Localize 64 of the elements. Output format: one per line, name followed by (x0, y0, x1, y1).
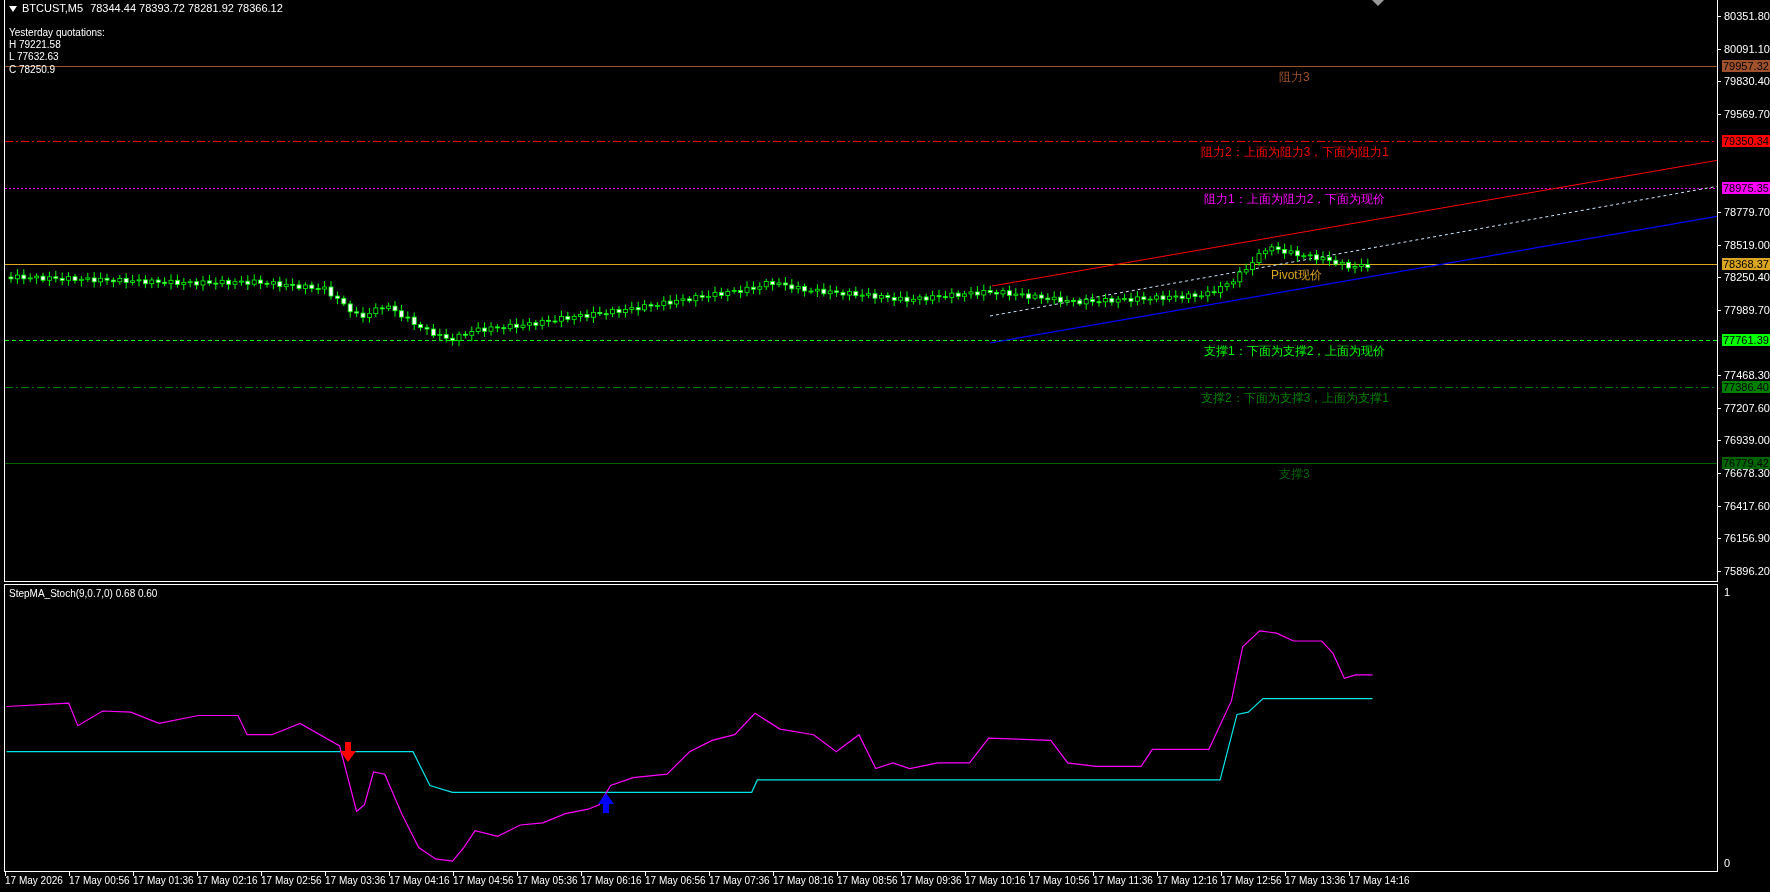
price-tick-label: 77207.60 (1724, 401, 1770, 414)
sell-arrow-icon (340, 742, 356, 762)
time-label: 17 May 12:56 (1221, 875, 1282, 887)
symbol-label: BTCUST,M5 (22, 2, 84, 15)
price-tag: 76779.42 (1722, 457, 1770, 469)
price-tick-label: 76417.60 (1724, 499, 1770, 512)
price-tag: 79957.32 (1722, 60, 1770, 72)
time-label: 17 May 10:16 (965, 875, 1026, 887)
price-tag: 78368.37 (1722, 258, 1770, 270)
quotations-title: Yesterday quotations: (9, 27, 105, 39)
time-label: 17 May 02:56 (261, 875, 322, 887)
low-value: L 77632.63 (9, 51, 59, 63)
level-label: 支撑3 (1279, 467, 1310, 481)
level-label: 支撑1：下面为支撑2，上面为现价 (1204, 344, 1386, 358)
dropdown-icon (9, 5, 17, 12)
price-tick-label: 80351.80 (1724, 10, 1770, 22)
high-value: H 79221.58 (9, 39, 61, 51)
time-label: 17 May 03:36 (325, 875, 386, 887)
price-tick-label: 78779.70 (1724, 205, 1770, 218)
level-label: 支撑2：下面为支撑3，上面为支撑1 (1201, 391, 1390, 405)
time-label: 17 May 06:16 (581, 875, 642, 887)
time-label: 17 May 14:16 (1349, 875, 1410, 887)
price-tick-label: 79830.40 (1724, 75, 1770, 88)
shift-marker-icon (1372, 0, 1384, 6)
time-label: 17 May 09:36 (901, 875, 962, 887)
level-label: 阻力2：上面为阻力3，下面为阻力1 (1201, 145, 1390, 159)
price-tick-label: 75896.20 (1724, 565, 1770, 578)
price-tick-label: 80091.10 (1724, 42, 1770, 55)
buy-arrow-icon (598, 793, 614, 813)
price-tag: 77761.39 (1722, 334, 1770, 346)
price-tick-label: 78250.40 (1724, 271, 1770, 284)
time-label: 17 May 11:36 (1093, 875, 1153, 887)
close-value: C 78250.9 (9, 64, 56, 76)
time-label: 17 May 02:16 (197, 875, 258, 887)
price-tick-label: 76156.90 (1724, 532, 1770, 545)
time-label: 17 May 01:36 (133, 875, 194, 887)
price-tick-label: 77468.30 (1724, 369, 1770, 382)
time-label: 17 May 08:56 (837, 875, 898, 887)
time-label: 17 May 07:36 (709, 875, 770, 887)
price-tick-label: 78519.00 (1724, 238, 1770, 251)
price-tick-label: 79569.70 (1724, 107, 1770, 120)
price-tick-label: 76939.00 (1724, 434, 1770, 447)
time-label: 17 May 2026 (5, 875, 63, 887)
time-label: 17 May 04:16 (389, 875, 450, 887)
price-tag: 78975.35 (1722, 182, 1770, 194)
price-tag: 77386.40 (1722, 381, 1770, 393)
ohlc-values: 78344.44 78393.72 78281.92 78366.12 (90, 2, 283, 15)
indicator-title: StepMA_Stoch(9,0.7,0) 0.68 0.60 (9, 588, 158, 600)
price-tick-label: 77989.70 (1724, 303, 1770, 316)
price-tag: 79350.34 (1722, 135, 1770, 147)
time-label: 17 May 05:36 (517, 875, 578, 887)
time-label: 17 May 00:56 (69, 875, 130, 887)
time-label: 17 May 13:36 (1285, 875, 1346, 887)
time-label: 17 May 08:16 (773, 875, 834, 887)
price-tick-label: 76678.30 (1724, 467, 1770, 480)
level-label: 阻力3 (1279, 70, 1310, 84)
level-label: 阻力1：上面为阻力2，下面为现价 (1204, 192, 1386, 206)
time-label: 17 May 06:56 (645, 875, 706, 887)
time-label: 17 May 10:56 (1029, 875, 1090, 887)
level-label: Pivot现价 (1271, 268, 1322, 282)
time-label: 17 May 04:56 (453, 875, 514, 887)
scale-label: 0 (1724, 857, 1731, 869)
scale-label: 1 (1724, 586, 1731, 598)
time-label: 17 May 12:16 (1157, 875, 1218, 887)
